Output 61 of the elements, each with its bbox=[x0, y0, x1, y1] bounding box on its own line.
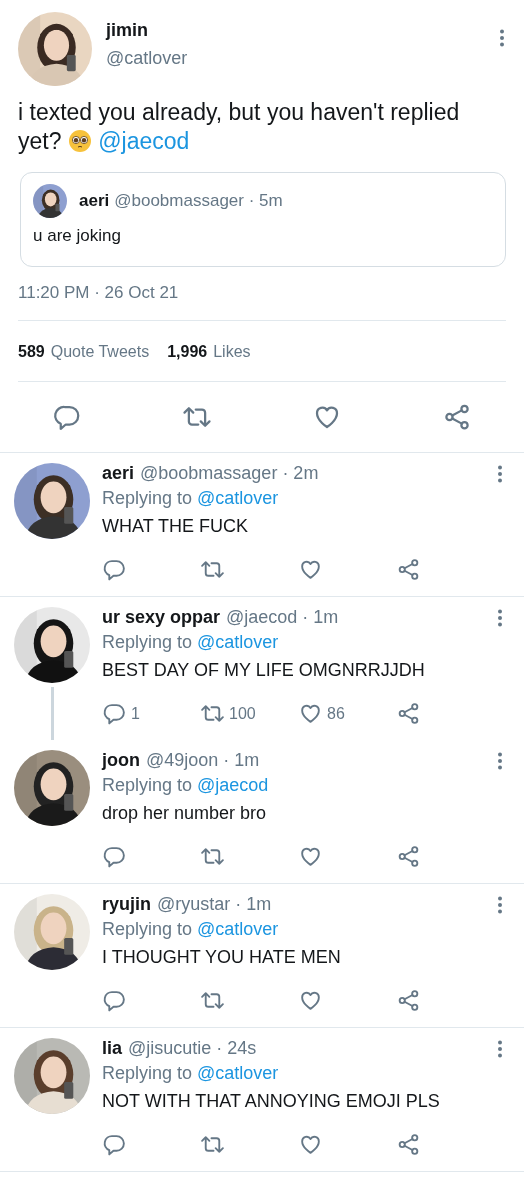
reply-text: BEST DAY OF MY LIFE OMGNRRJJDH bbox=[102, 659, 426, 682]
tweet-text: i texted you already, but you haven't replied yet? @jaecod bbox=[18, 98, 461, 156]
mention-link[interactable]: @catlover bbox=[197, 1063, 279, 1083]
speech-bubble-icon bbox=[102, 988, 127, 1013]
reply-author-name[interactable]: ur sexy oppar bbox=[102, 607, 221, 627]
reply-author-handle: @49joon · 1m bbox=[146, 750, 260, 770]
speech-bubble-button[interactable] bbox=[102, 557, 127, 582]
mention-link[interactable]: @jaecod bbox=[197, 775, 269, 795]
stat-link[interactable]: 589 Quote Tweets bbox=[18, 343, 150, 361]
share-button[interactable] bbox=[396, 1132, 421, 1157]
speech-bubble-icon bbox=[102, 844, 127, 869]
quoted-author-handle: @boobmassager · 5m bbox=[114, 191, 283, 210]
share-icon bbox=[396, 557, 421, 582]
reply-author-handle: @jaecod · 1m bbox=[226, 607, 339, 627]
speech-bubble-button[interactable] bbox=[102, 988, 127, 1013]
replying-to-text: Replying to @jaecod bbox=[102, 774, 270, 797]
replying-to-text: Replying to @catlover bbox=[102, 918, 280, 941]
reply-text: I THOUGHT YOU HATE MEN bbox=[102, 946, 342, 969]
quoted-tweet-card[interactable]: aeri @boobmassager · 5m u are joking bbox=[20, 172, 506, 267]
speech-bubble-button[interactable] bbox=[102, 844, 127, 869]
share-button[interactable] bbox=[396, 844, 421, 869]
reply-author-handle: @boobmassager · 2m bbox=[140, 463, 319, 483]
mention-link[interactable]: @catlover bbox=[197, 488, 279, 508]
author-handle[interactable]: @catlover bbox=[106, 43, 492, 73]
reply-author-handle: @jisucutie · 24s bbox=[128, 1038, 257, 1058]
share-button[interactable] bbox=[396, 557, 421, 582]
replying-to-text: Replying to @catlover bbox=[102, 487, 280, 510]
reply-text: WHAT THE FUCK bbox=[102, 515, 249, 538]
mention-link[interactable]: @jaecod bbox=[98, 128, 190, 154]
author-name[interactable]: jimin bbox=[106, 17, 492, 43]
reply-text: NOT WITH THAT ANNOYING EMOJI PLS bbox=[102, 1090, 441, 1113]
reply-author-name[interactable]: ryujin bbox=[102, 894, 151, 914]
share-button[interactable] bbox=[396, 701, 421, 726]
reply-author-name[interactable]: aeri bbox=[102, 463, 135, 483]
reply-text: drop her number bro bbox=[102, 802, 268, 825]
tweet-timestamp: 11:20 PM · 26 Oct 21 bbox=[18, 283, 506, 321]
pleading-face-icon bbox=[67, 129, 92, 153]
heart-button[interactable]: 86 bbox=[298, 701, 345, 726]
speech-bubble-icon bbox=[102, 701, 127, 726]
share-button[interactable] bbox=[396, 988, 421, 1013]
reply-author-handle: @ryustar · 1m bbox=[157, 894, 272, 914]
share-icon bbox=[396, 988, 421, 1013]
share-icon bbox=[396, 844, 421, 869]
share-icon bbox=[396, 701, 421, 726]
quoted-author-name: aeri bbox=[79, 191, 110, 210]
share-icon bbox=[396, 1132, 421, 1157]
mention-link[interactable]: @catlover bbox=[197, 919, 279, 939]
mention-link[interactable]: @catlover bbox=[197, 632, 279, 652]
speech-bubble-icon bbox=[102, 557, 127, 582]
share-button[interactable] bbox=[442, 402, 472, 432]
retweet-button[interactable]: 100 bbox=[200, 701, 256, 726]
replying-to-text: Replying to @catlover bbox=[102, 631, 280, 654]
speech-bubble-button[interactable] bbox=[102, 1132, 127, 1157]
speech-bubble-icon bbox=[102, 1132, 127, 1157]
replying-to-text: Replying to @catlover bbox=[102, 1062, 280, 1085]
quoted-tweet-text: u are joking bbox=[33, 226, 122, 246]
reply-author-name[interactable]: lia bbox=[102, 1038, 122, 1058]
reply-author-name[interactable]: joon bbox=[102, 750, 140, 770]
share-icon bbox=[442, 402, 472, 432]
stat-link[interactable]: 1,996 Likes bbox=[167, 343, 251, 361]
speech-bubble-button[interactable]: 1 bbox=[102, 701, 140, 726]
